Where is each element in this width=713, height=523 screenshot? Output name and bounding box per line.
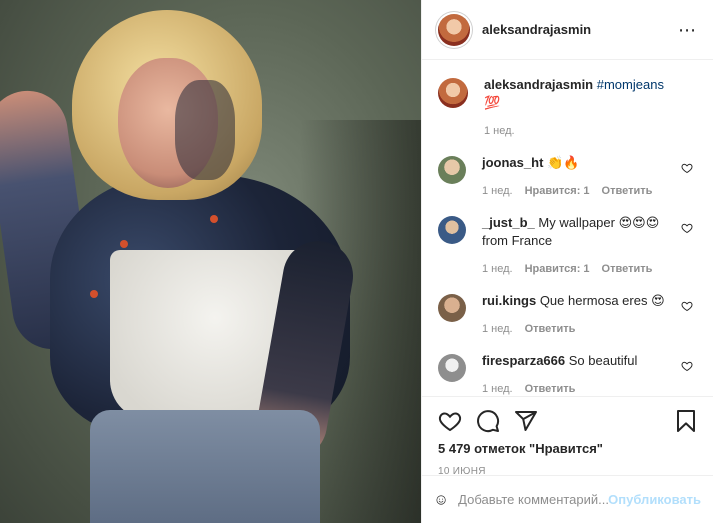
comment-emoji: 😍😍😍 xyxy=(618,215,660,230)
heart-icon[interactable] xyxy=(438,409,462,433)
comment-meta: 1 нед. Ответить xyxy=(482,320,672,338)
comment-icon[interactable] xyxy=(476,409,500,433)
commenter-avatar[interactable] xyxy=(438,156,466,184)
reply-button[interactable]: Ответить xyxy=(525,320,576,338)
comment-emoji: 😍 xyxy=(651,293,665,308)
share-icon[interactable] xyxy=(514,409,538,433)
smiley-icon[interactable] xyxy=(436,488,446,512)
caption-avatar[interactable] xyxy=(438,78,468,108)
caption-emoji: 💯 xyxy=(484,95,501,110)
comment-body: rui.kings Que hermosa eres 😍 1 нед. Отве… xyxy=(482,292,672,338)
reply-button[interactable]: Ответить xyxy=(602,182,653,200)
reply-button[interactable]: Ответить xyxy=(525,380,576,395)
comments-list[interactable]: aleksandrajasmin #momjeans 💯 1 нед. joon… xyxy=(422,60,713,395)
comment-text: My wallpaper xyxy=(538,215,615,230)
comment-time[interactable]: 1 нед. xyxy=(482,320,513,338)
photo-jeans xyxy=(90,410,320,523)
comment-username[interactable]: joonas_ht xyxy=(482,155,543,170)
action-icons xyxy=(438,405,697,437)
comment-item: rui.kings Que hermosa eres 😍 1 нед. Отве… xyxy=(438,292,697,338)
comment-item: _just_b_ My wallpaper 😍😍😍 from France 1 … xyxy=(438,214,697,278)
post-actions: 5 479 отметок "Нравится" 10 ИЮНЯ xyxy=(422,396,713,477)
comment-time[interactable]: 1 нед. xyxy=(482,380,513,395)
caption-body: aleksandrajasmin #momjeans 💯 1 нед. xyxy=(484,76,674,140)
comment-time[interactable]: 1 нед. xyxy=(482,182,513,200)
caption-meta: 1 нед. xyxy=(484,122,674,140)
comment-like-heart-icon[interactable] xyxy=(681,300,693,312)
comment-like-heart-icon[interactable] xyxy=(681,222,693,234)
comment-username[interactable]: _just_b_ xyxy=(482,215,535,230)
caption: aleksandrajasmin #momjeans 💯 1 нед. xyxy=(438,76,697,140)
comment-text: So beautiful xyxy=(568,353,638,368)
comment-item: joonas_ht 👏🔥 1 нед. Нравится: 1 Ответить xyxy=(438,154,697,200)
caption-hashtag[interactable]: #momjeans xyxy=(597,77,664,92)
comment-time[interactable]: 1 нед. xyxy=(482,260,513,278)
comment-meta: 1 нед. Нравится: 1 Ответить xyxy=(482,182,672,200)
comment-text: Que hermosa eres xyxy=(539,293,648,308)
post-header: aleksandrajasmin ⋯ xyxy=(422,0,713,60)
reply-button[interactable]: Ответить xyxy=(602,260,653,278)
publish-button[interactable]: Опубликовать xyxy=(608,492,701,507)
comment-emoji: 👏🔥 xyxy=(547,155,580,170)
post-photo[interactable] xyxy=(0,0,421,523)
comment-like-heart-icon[interactable] xyxy=(681,360,693,372)
comment-like-heart-icon[interactable] xyxy=(681,162,693,174)
comment-item: firesparza666 So beautiful 1 нед. Ответи… xyxy=(438,352,697,395)
comment-body: _just_b_ My wallpaper 😍😍😍 from France 1 … xyxy=(482,214,672,278)
likes-count[interactable]: 5 479 отметок "Нравится" xyxy=(438,441,697,456)
post-sidebar: aleksandrajasmin ⋯ aleksandrajasmin #mom… xyxy=(421,0,713,523)
photo-tattoo-accent xyxy=(120,240,128,248)
photo-tattoo-accent xyxy=(210,215,218,223)
author-avatar[interactable] xyxy=(438,13,470,46)
photo-tattoo-accent xyxy=(90,290,98,298)
comment-body: joonas_ht 👏🔥 1 нед. Нравится: 1 Ответить xyxy=(482,154,672,200)
more-options-icon[interactable]: ⋯ xyxy=(678,21,697,39)
comment-likes[interactable]: Нравится: 1 xyxy=(525,182,590,200)
instagram-post: aleksandrajasmin ⋯ aleksandrajasmin #mom… xyxy=(0,0,713,523)
photo-face-tattoo xyxy=(175,80,235,180)
author-username[interactable]: aleksandrajasmin xyxy=(482,22,591,37)
comment-username[interactable]: firesparza666 xyxy=(482,353,565,368)
comment-meta: 1 нед. Ответить xyxy=(482,380,672,395)
commenter-avatar[interactable] xyxy=(438,294,466,322)
commenter-avatar[interactable] xyxy=(438,354,466,382)
add-comment-bar: Опубликовать xyxy=(422,475,713,523)
caption-time[interactable]: 1 нед. xyxy=(484,122,515,140)
comment-input[interactable] xyxy=(458,492,609,507)
comment-likes[interactable]: Нравится: 1 xyxy=(525,260,590,278)
commenter-avatar[interactable] xyxy=(438,216,466,244)
comment-body: firesparza666 So beautiful 1 нед. Ответи… xyxy=(482,352,672,395)
comment-meta: 1 нед. Нравится: 1 Ответить xyxy=(482,260,672,278)
comment-text-continued: from France xyxy=(482,233,553,248)
caption-username[interactable]: aleksandrajasmin xyxy=(484,77,593,92)
comment-username[interactable]: rui.kings xyxy=(482,293,536,308)
bookmark-icon[interactable] xyxy=(675,409,697,433)
